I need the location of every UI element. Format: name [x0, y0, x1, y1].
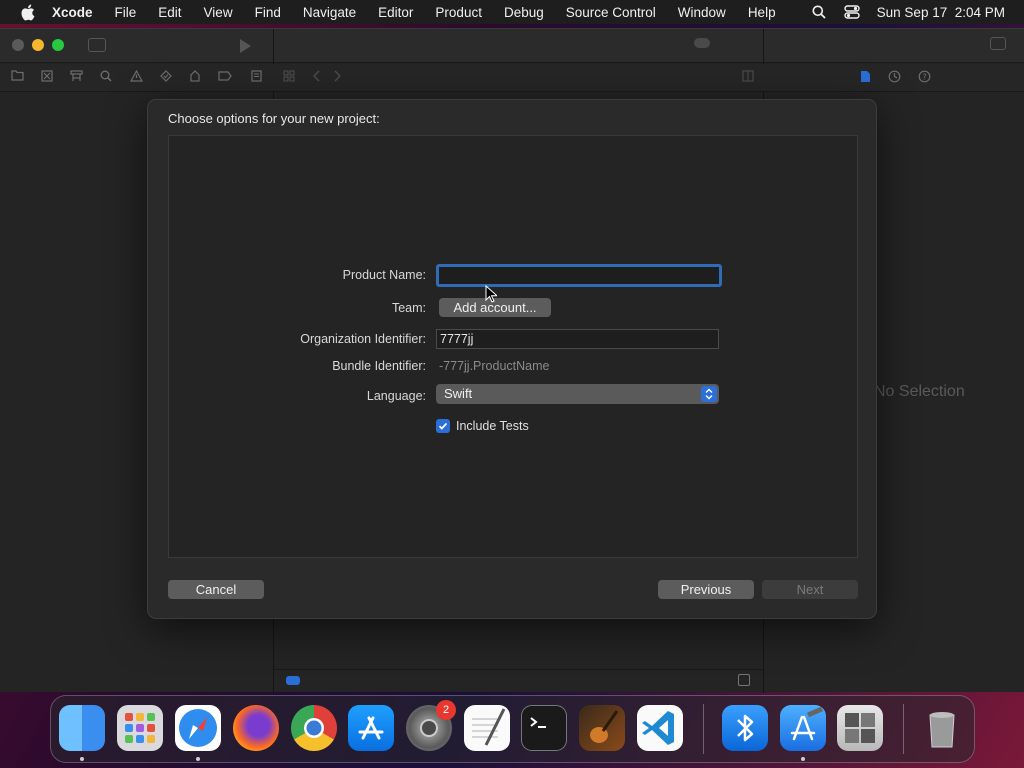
inspector-empty-state: No Selection: [874, 383, 965, 400]
apple-icon[interactable]: [18, 3, 36, 21]
dock-chrome-icon[interactable]: [291, 705, 337, 751]
org-identifier-input[interactable]: 7777jj: [436, 329, 719, 349]
quick-help-inspector-icon[interactable]: ?: [917, 70, 931, 84]
bundle-identifier-label: Bundle Identifier:: [332, 359, 426, 373]
menu-edit[interactable]: Edit: [158, 5, 181, 20]
dock-trash-icon[interactable]: [919, 705, 965, 751]
sheet-title: Choose options for your new project:: [168, 111, 380, 126]
dock-separator: [903, 704, 904, 754]
history-inspector-icon[interactable]: [887, 70, 901, 84]
svg-text:?: ?: [922, 73, 926, 82]
menu-product[interactable]: Product: [435, 5, 482, 20]
product-name-input[interactable]: [436, 264, 722, 287]
source-control-navigator-icon[interactable]: [40, 70, 54, 84]
menu-bar-status: Sun Sep 17 2:04 PM: [811, 0, 1005, 24]
mouse-pointer-icon: [485, 285, 497, 303]
next-button[interactable]: Next: [762, 580, 858, 599]
related-items-icon[interactable]: [282, 70, 296, 84]
include-tests-checkbox[interactable]: [436, 419, 450, 433]
issue-navigator-icon[interactable]: [129, 69, 143, 84]
project-options-form: Product Name: Team: Add account... Organ…: [168, 135, 858, 558]
checkmark-icon: [438, 422, 448, 430]
team-label: Team:: [391, 301, 426, 315]
menu-navigate[interactable]: Navigate: [303, 5, 356, 20]
menu-help[interactable]: Help: [748, 5, 776, 20]
dock-bluetooth-file-exchange-icon[interactable]: [722, 705, 768, 751]
dock-separator: [703, 704, 704, 754]
console-toggle-icon[interactable]: [738, 674, 750, 686]
org-identifier-label: Organization Identifier:: [300, 332, 426, 346]
language-label: Language:: [366, 389, 426, 403]
report-navigator-icon[interactable]: [249, 70, 263, 84]
dock-terminal-icon[interactable]: [521, 705, 567, 751]
menu-app-xcode[interactable]: Xcode: [52, 5, 93, 20]
file-inspector-icon[interactable]: [858, 70, 872, 84]
language-select-value: Swift: [444, 386, 473, 401]
dock: [50, 695, 975, 763]
forward-chevron-icon[interactable]: [330, 70, 344, 84]
menu-window[interactable]: Window: [678, 5, 726, 20]
navigator-icons: ?: [0, 28, 1024, 83]
select-arrows-icon: [701, 386, 717, 402]
dock-xcode-icon[interactable]: [780, 705, 826, 751]
dock-garageband-icon[interactable]: [579, 705, 625, 751]
product-name-label: Product Name:: [342, 268, 426, 282]
project-navigator-icon[interactable]: [10, 70, 24, 84]
breakpoints-toggle-icon[interactable]: [286, 676, 300, 685]
menu-find[interactable]: Find: [255, 5, 281, 20]
spotlight-search-icon[interactable]: [811, 4, 827, 20]
dock-launchpad-icon[interactable]: [117, 705, 163, 751]
previous-button[interactable]: Previous: [658, 580, 754, 599]
dock-textedit-icon[interactable]: [464, 705, 510, 751]
bundle-identifier-value: -777jj.ProductName: [439, 359, 550, 373]
menu-bar: Xcode File Edit View Find Navigate Edito…: [0, 0, 1024, 24]
control-center-icon[interactable]: [843, 4, 860, 20]
menu-editor[interactable]: Editor: [378, 5, 413, 20]
system-settings-badge: 2: [436, 700, 456, 720]
cancel-button[interactable]: Cancel: [168, 580, 264, 599]
new-project-options-sheet: Choose options for your new project: Pro…: [147, 99, 877, 619]
running-indicator: [801, 757, 805, 761]
include-tests-label[interactable]: Include Tests: [456, 419, 529, 433]
running-indicator: [196, 757, 200, 761]
menu-source-control[interactable]: Source Control: [566, 5, 656, 20]
add-editor-icon[interactable]: [741, 70, 755, 84]
find-navigator-icon[interactable]: [99, 70, 113, 84]
menu-view[interactable]: View: [204, 5, 233, 20]
menu-debug[interactable]: Debug: [504, 5, 544, 20]
dock-app-store-icon[interactable]: [348, 705, 394, 751]
cloud-icon: [694, 38, 710, 48]
menu-bar-clock[interactable]: Sun Sep 17 2:04 PM: [877, 5, 1005, 20]
menu-file[interactable]: File: [115, 5, 137, 20]
dock-boot-camp-assistant-icon[interactable]: [837, 705, 883, 751]
back-chevron-icon[interactable]: [310, 70, 324, 84]
debug-bar: [274, 669, 763, 693]
debug-navigator-icon[interactable]: [188, 70, 202, 84]
dock-finder-icon[interactable]: [59, 705, 105, 751]
dock-firefox-icon[interactable]: [233, 705, 279, 751]
inspector-toggle-icon[interactable]: [990, 37, 1006, 50]
test-navigator-icon[interactable]: [159, 70, 173, 84]
dock-vscode-icon[interactable]: [637, 705, 683, 751]
dock-safari-icon[interactable]: [175, 705, 221, 751]
breakpoint-navigator-icon[interactable]: [218, 70, 232, 84]
language-select[interactable]: Swift: [436, 384, 719, 404]
running-indicator: [80, 757, 84, 761]
symbol-navigator-icon[interactable]: [69, 70, 83, 84]
